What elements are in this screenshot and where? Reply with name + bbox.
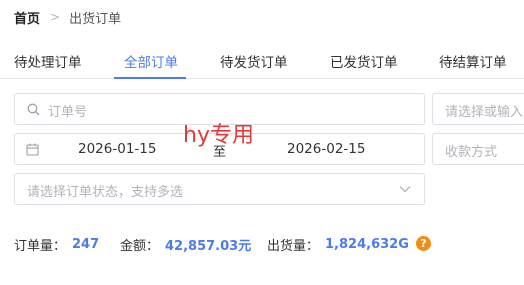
stat-shipped-label: 出货量： [267,238,320,254]
stat-shipped-value: 1,824,632G [325,236,409,252]
order-status-placeholder: 请选择订单状态，支持多选 [27,185,184,200]
stat-amount: 金额： 42,857.03元 [120,234,251,254]
date-end[interactable]: 2026-02-15 [287,141,365,157]
select-or-input-field[interactable]: 请选择或输入 [432,93,524,125]
stat-shipped: 出货量： 1,824,632G [267,234,409,254]
help-icon[interactable]: ? [416,236,431,251]
stat-amount-label: 金额： [120,238,160,254]
stat-order-count-label: 订单量： [14,238,67,254]
order-tabs: 待处理订单 全部订单 待发货订单 已发货订单 待结算订单 [0,44,524,79]
tab-shipped[interactable]: 已发货订单 [330,51,398,71]
active-tab-indicator [114,77,186,79]
breadcrumb-current: 出货订单 [69,11,122,27]
chevron-down-icon [399,186,411,193]
order-status-select[interactable]: 请选择订单状态，支持多选 [14,173,425,205]
breadcrumb: 首页 > 出货订单 [14,7,121,27]
tab-all[interactable]: 全部订单 [124,51,178,71]
select-or-input-placeholder: 请选择或输入 [445,105,524,120]
tab-to-ship[interactable]: 待发货订单 [220,51,288,71]
breadcrumb-home[interactable]: 首页 [14,8,40,27]
stat-order-count-value: 247 [72,236,100,252]
payment-method-select[interactable]: 收款方式 [432,133,524,165]
stat-amount-value: 42,857.03元 [165,238,252,254]
order-number-placeholder: 订单号 [48,105,88,120]
tab-pending[interactable]: 待处理订单 [14,51,82,71]
stat-order-count: 订单量： 247 [14,234,99,254]
watermark: hy专用 [183,123,254,148]
search-icon [27,103,40,116]
tab-to-settle[interactable]: 待结算订单 [439,51,507,71]
date-start[interactable]: 2026-01-15 [78,141,156,157]
calendar-icon [26,143,39,156]
breadcrumb-separator: > [50,10,61,24]
payment-method-placeholder: 收款方式 [445,145,498,160]
